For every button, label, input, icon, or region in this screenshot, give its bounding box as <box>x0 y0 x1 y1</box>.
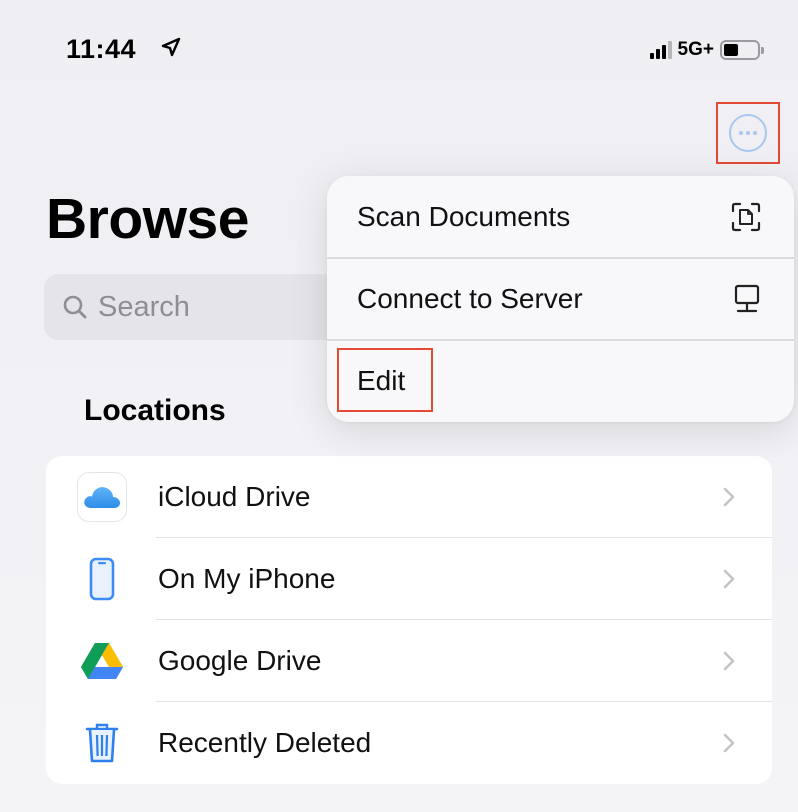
location-label: iCloud Drive <box>158 481 311 512</box>
search-placeholder: Search <box>98 290 190 323</box>
icloud-icon <box>77 472 127 522</box>
page-title: Browse <box>46 187 249 251</box>
chevron-right-icon <box>723 487 735 507</box>
google-drive-icon <box>81 643 123 679</box>
iphone-icon <box>89 557 115 601</box>
location-row-google-drive[interactable]: Google Drive <box>46 620 772 702</box>
status-indicators: 5G+ <box>649 36 764 64</box>
menu-item-label: Connect to Server <box>357 283 583 314</box>
location-row-on-my-iphone[interactable]: On My iPhone <box>46 538 772 620</box>
more-options-button[interactable] <box>716 102 780 164</box>
cellular-signal-icon <box>649 41 672 59</box>
magnifier-icon <box>63 295 87 319</box>
location-label: Google Drive <box>158 645 322 676</box>
location-row-icloud-drive[interactable]: iCloud Drive <box>46 456 772 538</box>
location-row-recently-deleted[interactable]: Recently Deleted <box>46 702 772 784</box>
files-browse-screen: 11:44 5G+ Browse Search Locations iCloud… <box>0 0 798 812</box>
battery-icon <box>720 40 764 60</box>
battery-level <box>724 44 738 56</box>
chevron-right-icon <box>723 569 735 589</box>
chevron-right-icon <box>723 651 735 671</box>
locations-heading: Locations <box>84 394 226 427</box>
display-server-icon <box>734 284 760 313</box>
location-label: On My iPhone <box>158 563 336 594</box>
location-arrow-icon <box>161 37 181 57</box>
trash-icon <box>85 723 119 763</box>
location-label: Recently Deleted <box>158 727 372 758</box>
menu-item-connect-to-server[interactable]: Connect to Server <box>327 258 794 340</box>
status-time: 11:44 <box>66 34 137 64</box>
menu-item-label: Scan Documents <box>357 201 571 232</box>
menu-item-scan-documents[interactable]: Scan Documents <box>327 176 794 258</box>
chevron-right-icon <box>723 733 735 753</box>
ellipsis-circle-icon <box>729 114 767 152</box>
locations-list: iCloud Drive On My iPhone Google Drive R… <box>46 456 772 784</box>
network-type-label: 5G+ <box>677 39 714 60</box>
edit-highlight-box <box>337 348 433 412</box>
scan-document-icon <box>731 202 761 232</box>
